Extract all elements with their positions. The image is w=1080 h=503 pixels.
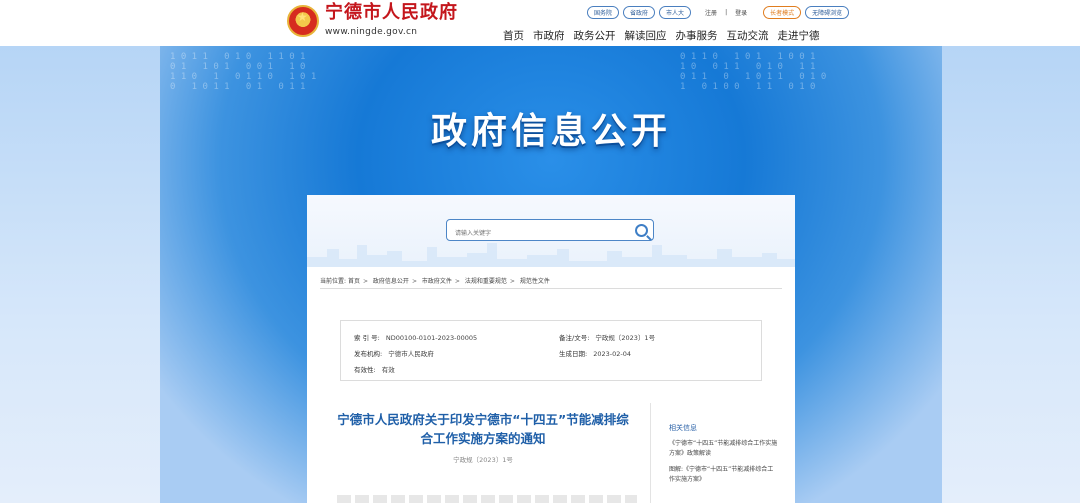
- article-body-preview: [337, 495, 637, 503]
- top-links: 国务院 省政府 市人大 注册 | 登录 长者模式 无障碍浏览: [587, 6, 850, 19]
- article-header: 宁德市人民政府关于印发宁德市“十四五”节能减排综 合工作实施方案的通知 宁政规〔…: [329, 410, 637, 464]
- validity-label: 有效性:: [354, 366, 376, 374]
- related-link-illustration[interactable]: 图解:《宁德市“十四五”节能减排综合工作实施方案》: [669, 465, 779, 485]
- divider: |: [725, 9, 728, 16]
- nav-interpretation[interactable]: 解读回应: [625, 28, 667, 43]
- content-card: 当前位置: 首页> 政府信息公开> 市政府文件> 法规和重要规范> 规范性文件 …: [307, 195, 795, 503]
- document-metadata: 索 引 号: ND00100-0101-2023-00005 备注/文号: 宁政规〔…: [340, 320, 762, 381]
- divider: [650, 403, 651, 503]
- link-province[interactable]: 省政府: [623, 6, 656, 19]
- date-label: 生成日期:: [559, 350, 588, 358]
- link-congress[interactable]: 市人大: [659, 6, 692, 19]
- breadcrumb-normative-docs[interactable]: 规范性文件: [520, 278, 550, 285]
- article-title-line1: 宁德市人民政府关于印发宁德市“十四五”节能减排综: [337, 412, 629, 427]
- article-title-line2: 合工作实施方案的通知: [420, 431, 546, 446]
- search-icon[interactable]: [635, 224, 648, 237]
- date-value: 2023-02-04: [593, 350, 631, 358]
- main-nav: 首页 市政府 政务公开 解读回应 办事服务 互动交流 走进宁德: [503, 28, 820, 43]
- validity-value: 有效: [381, 366, 395, 374]
- login-link[interactable]: 登录: [733, 7, 749, 18]
- site-logo[interactable]: 宁德市人民政府 www.ningde.gov.cn: [287, 4, 458, 37]
- national-emblem-icon: [287, 4, 319, 37]
- record-value: 宁政规〔2023〕1号: [595, 334, 656, 342]
- related-link-policy-interpretation[interactable]: 《宁德市“十四五”节能减排综合工作实施方案》政策解读: [669, 439, 779, 459]
- register-link[interactable]: 注册: [703, 7, 719, 18]
- skyline-decoration: [307, 243, 795, 267]
- nav-government-affairs[interactable]: 政务公开: [574, 28, 616, 43]
- issuer-label: 发布机构:: [354, 350, 383, 358]
- nav-services[interactable]: 办事服务: [676, 28, 718, 43]
- search-box: [446, 219, 654, 241]
- divider: [320, 288, 782, 289]
- breadcrumb-city-docs[interactable]: 市政府文件: [422, 278, 452, 285]
- site-title: 宁德市人民政府: [325, 2, 458, 23]
- search-input[interactable]: [453, 229, 637, 238]
- top-header: 宁德市人民政府 www.ningde.gov.cn 国务院 省政府 市人大 注册…: [0, 0, 1080, 46]
- article-title: 宁德市人民政府关于印发宁德市“十四五”节能减排综 合工作实施方案的通知: [329, 410, 637, 448]
- index-value: ND00100-0101-2023-00005: [385, 334, 478, 342]
- breadcrumb-prefix: 当前位置:: [320, 278, 347, 285]
- document-number: 宁政规〔2023〕1号: [453, 456, 513, 464]
- accessibility-button[interactable]: 无障碍浏览: [805, 6, 850, 19]
- elder-mode-button[interactable]: 长者模式: [763, 6, 802, 19]
- site-url: www.ningde.gov.cn: [325, 27, 418, 37]
- banner-title: 政府信息公开: [430, 111, 671, 152]
- breadcrumb-home[interactable]: 首页: [348, 278, 360, 285]
- nav-interaction[interactable]: 互动交流: [727, 28, 769, 43]
- index-label: 索 引 号:: [354, 334, 380, 342]
- record-label: 备注/文号:: [559, 334, 590, 342]
- related-title: 相关信息: [669, 424, 697, 432]
- issuer-value: 宁德市人民政府: [388, 350, 434, 358]
- nav-home[interactable]: 首页: [503, 28, 524, 43]
- breadcrumb-regulations[interactable]: 法规和重要规范: [465, 278, 507, 285]
- link-state-council[interactable]: 国务院: [587, 6, 620, 19]
- breadcrumb: 当前位置: 首页 > 政府信息公开 > 市政府文件 > 法规和重要规范 > 规范性文件: [320, 278, 550, 285]
- related-info: 相关信息 《宁德市“十四五”节能减排综合工作实施方案》政策解读 图解:《宁德市“…: [669, 423, 779, 491]
- nav-about-ningde[interactable]: 走进宁德: [778, 28, 820, 43]
- breadcrumb-gov-info[interactable]: 政府信息公开: [373, 278, 409, 285]
- nav-city-government[interactable]: 市政府: [533, 28, 565, 43]
- search-area: [307, 195, 795, 267]
